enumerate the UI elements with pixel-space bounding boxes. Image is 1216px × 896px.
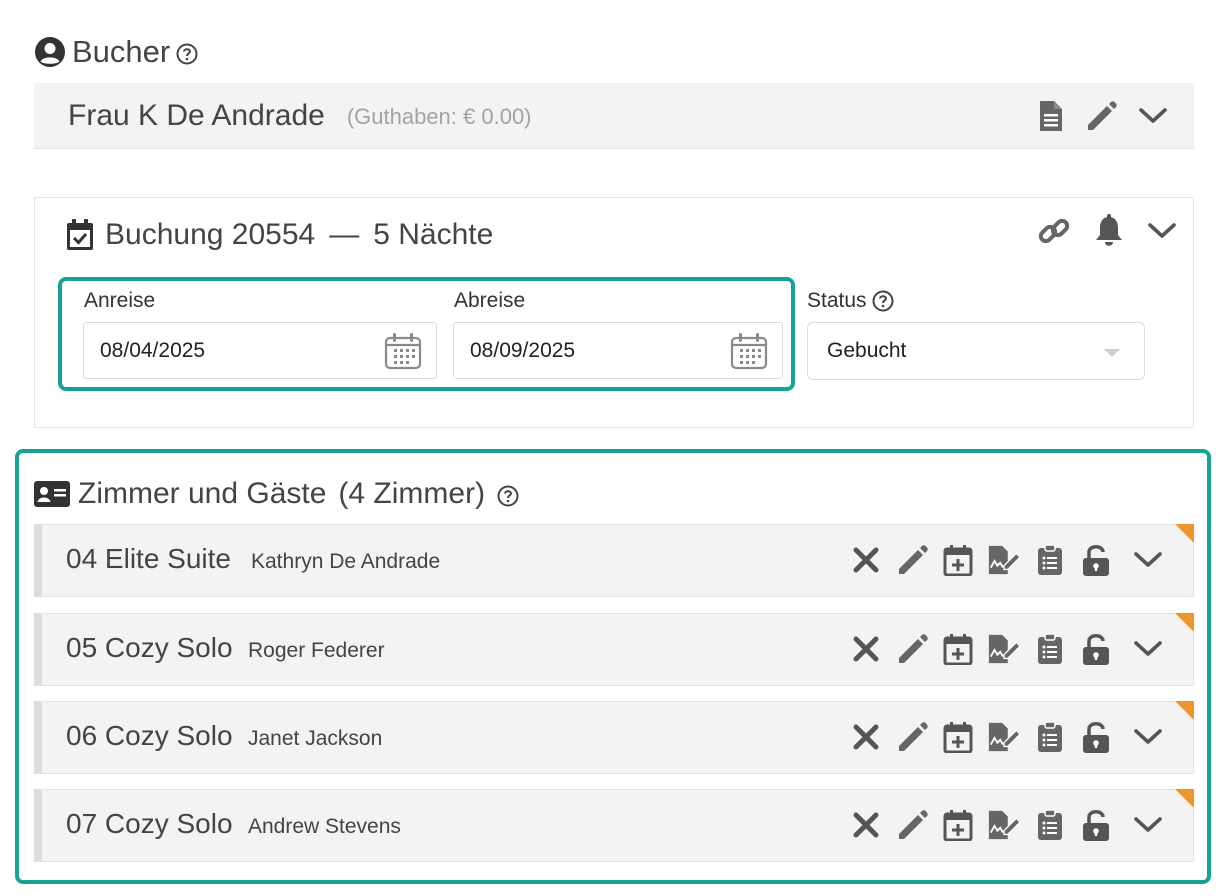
room-guest: Janet Jackson [248, 727, 383, 750]
corner-marker [1175, 524, 1194, 543]
room-name: 04 Elite Suite [66, 543, 231, 574]
calendar-icon[interactable] [730, 332, 768, 370]
pencil-icon[interactable] [895, 632, 929, 666]
unlock-icon[interactable] [1079, 808, 1113, 842]
calendar-check-icon [65, 218, 95, 252]
room-name: 06 Cozy Solo [66, 720, 233, 751]
booking-nights: 5 Nächte [373, 218, 494, 251]
room-name: 07 Cozy Solo [66, 808, 233, 839]
bell-icon[interactable] [1093, 214, 1125, 248]
room-row[interactable]: 07 Cozy Solo Andrew Stevens [34, 789, 1194, 862]
booker-actions [1038, 99, 1168, 133]
help-icon[interactable] [176, 43, 198, 65]
document-icon[interactable] [1038, 100, 1064, 132]
signature-icon[interactable] [987, 632, 1021, 666]
help-icon[interactable] [497, 485, 519, 507]
status-label: Status [807, 289, 894, 313]
rooms-heading: Zimmer und Gäste (4 Zimmer) [34, 476, 519, 512]
departure-date-input[interactable]: 08/09/2025 [453, 322, 783, 379]
room-row[interactable]: 04 Elite Suite Kathryn De Andrade [34, 524, 1194, 597]
room-guest: Kathryn De Andrade [251, 550, 441, 573]
status-label-text: Status [807, 289, 867, 312]
arrival-date-value: 08/04/2025 [100, 338, 206, 362]
arrival-date-input[interactable]: 08/04/2025 [83, 322, 437, 379]
close-icon[interactable] [849, 808, 883, 842]
calendar-icon[interactable] [384, 332, 422, 370]
status-select[interactable]: Gebucht [807, 322, 1145, 380]
corner-marker [1175, 701, 1194, 720]
clipboard-list-icon[interactable] [1033, 808, 1067, 842]
chevron-down-icon[interactable] [1131, 543, 1165, 577]
link-icon[interactable] [1037, 214, 1071, 248]
close-icon[interactable] [849, 632, 883, 666]
corner-marker [1175, 789, 1194, 808]
person-circle-icon [34, 36, 66, 68]
rooms-count: (4 Zimmer) [338, 477, 486, 510]
departure-label: Abreise [454, 289, 526, 312]
booker-bar[interactable]: Frau K De Andrade (Guthaben: € 0.00) [34, 83, 1194, 149]
clipboard-list-icon[interactable] [1033, 720, 1067, 754]
unlock-icon[interactable] [1079, 543, 1113, 577]
clipboard-list-icon[interactable] [1033, 632, 1067, 666]
status-value: Gebucht [827, 339, 907, 362]
arrival-label: Anreise [84, 289, 156, 312]
help-icon[interactable] [872, 290, 894, 312]
room-actions [849, 543, 1165, 577]
signature-icon[interactable] [987, 543, 1021, 577]
booking-actions [1037, 214, 1177, 248]
booker-credit: (Guthaben: € 0.00) [346, 104, 532, 129]
rooms-heading-label: Zimmer und Gäste [78, 477, 327, 510]
close-icon[interactable] [849, 720, 883, 754]
room-name: 05 Cozy Solo [66, 632, 233, 663]
booker-heading-label: Bucher [72, 34, 171, 69]
room-row[interactable]: 05 Cozy Solo Roger Federer [34, 613, 1194, 686]
pencil-icon[interactable] [1084, 99, 1118, 133]
room-actions [849, 720, 1165, 754]
unlock-icon[interactable] [1079, 632, 1113, 666]
calendar-plus-icon[interactable] [941, 543, 975, 577]
unlock-icon[interactable] [1079, 720, 1113, 754]
room-guest: Andrew Stevens [248, 815, 401, 838]
dropdown-caret-icon [1104, 349, 1120, 357]
booking-dash: — [329, 218, 360, 251]
pencil-icon[interactable] [895, 808, 929, 842]
booking-title: Buchung 20554 — 5 Nächte [65, 218, 493, 252]
room-guest: Roger Federer [248, 639, 385, 662]
booking-number: Buchung 20554 [105, 218, 316, 251]
chevron-down-icon[interactable] [1138, 106, 1168, 126]
chevron-down-icon[interactable] [1147, 221, 1177, 241]
chevron-down-icon[interactable] [1131, 632, 1165, 666]
signature-icon[interactable] [987, 808, 1021, 842]
clipboard-list-icon[interactable] [1033, 543, 1067, 577]
signature-icon[interactable] [987, 720, 1021, 754]
calendar-plus-icon[interactable] [941, 808, 975, 842]
booker-name: Frau K De Andrade [68, 98, 325, 132]
chevron-down-icon[interactable] [1131, 808, 1165, 842]
departure-date-value: 08/09/2025 [470, 338, 576, 362]
id-card-icon [34, 481, 70, 507]
pencil-icon[interactable] [895, 543, 929, 577]
pencil-icon[interactable] [895, 720, 929, 754]
corner-marker [1175, 613, 1194, 632]
chevron-down-icon[interactable] [1131, 720, 1165, 754]
calendar-plus-icon[interactable] [941, 632, 975, 666]
room-row[interactable]: 06 Cozy Solo Janet Jackson [34, 701, 1194, 774]
room-actions [849, 808, 1165, 842]
room-actions [849, 632, 1165, 666]
booker-heading: Bucher [34, 34, 198, 70]
calendar-plus-icon[interactable] [941, 720, 975, 754]
close-icon[interactable] [849, 543, 883, 577]
